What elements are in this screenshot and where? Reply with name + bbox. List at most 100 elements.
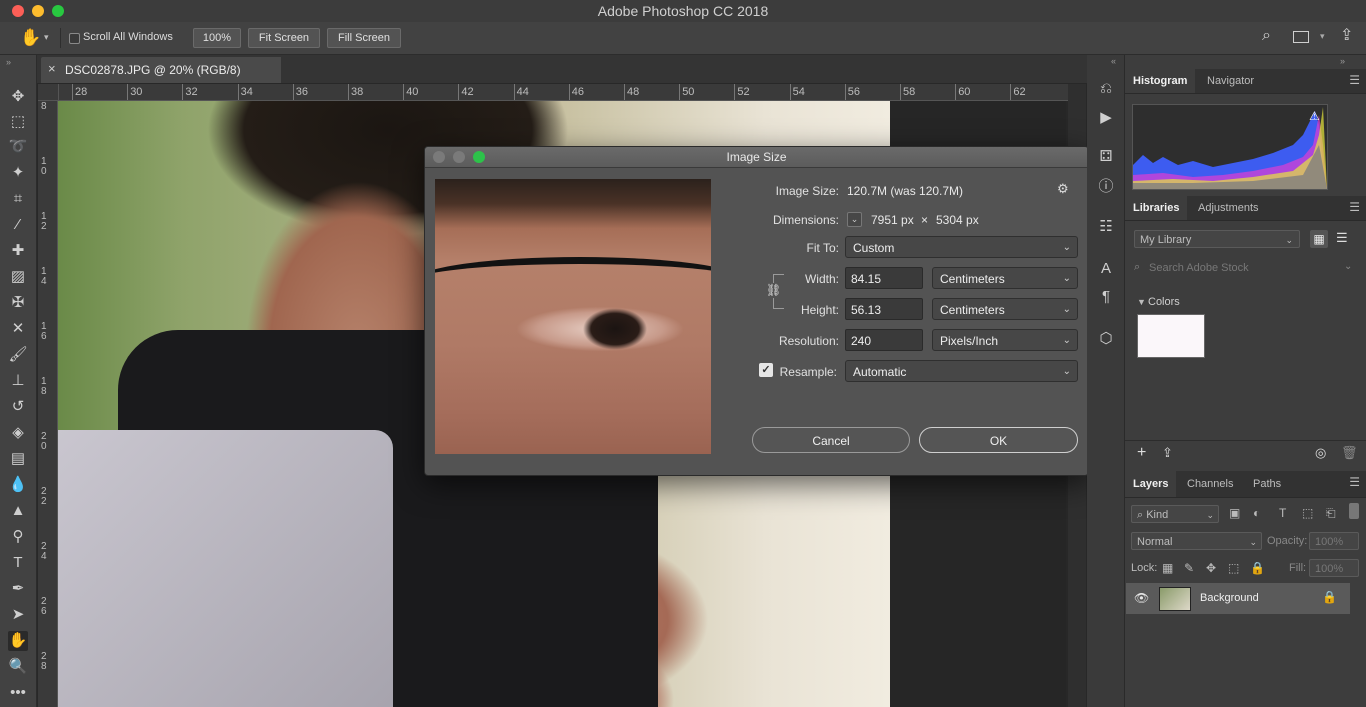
- cancel-button[interactable]: Cancel: [752, 427, 910, 453]
- lock-position-icon[interactable]: ✥: [1206, 561, 1216, 575]
- more-tools-icon[interactable]: •••: [8, 683, 28, 703]
- zoom-tool-icon[interactable]: 🔍: [8, 657, 28, 677]
- grid-view-icon[interactable]: ▦: [1310, 230, 1328, 248]
- clone-stamp-tool-icon[interactable]: ⊥: [8, 371, 28, 391]
- width-input[interactable]: 84.15: [845, 267, 923, 289]
- tool-presets-icon[interactable]: ☷: [1096, 217, 1116, 237]
- resample-checkbox[interactable]: ✓: [759, 363, 773, 377]
- zoom-100-button[interactable]: 100%: [193, 28, 241, 48]
- layer-row-background[interactable]: 👁 Background 🔒: [1126, 583, 1350, 614]
- upload-icon[interactable]: ⇪: [1162, 445, 1173, 461]
- 3d-icon[interactable]: ⬡: [1096, 329, 1116, 349]
- character-icon[interactable]: A: [1096, 259, 1116, 279]
- gradient-tool-icon[interactable]: ▤: [8, 449, 28, 469]
- move-tool-icon[interactable]: ✥: [8, 87, 28, 107]
- paragraph-icon[interactable]: ¶: [1096, 287, 1116, 307]
- ruler-origin[interactable]: [38, 84, 59, 101]
- red-eye-tool-icon[interactable]: ✕: [8, 319, 28, 339]
- tab-layers[interactable]: Layers: [1125, 471, 1177, 497]
- patch-tool-icon[interactable]: ▨: [8, 267, 28, 287]
- layer-filter-select[interactable]: ⌕ Kind ⌄: [1131, 505, 1219, 523]
- tab-channels[interactable]: Channels: [1179, 471, 1241, 497]
- filter-type-icon[interactable]: T: [1279, 506, 1286, 520]
- magic-wand-tool-icon[interactable]: ✦: [8, 163, 28, 183]
- tab-histogram[interactable]: Histogram: [1125, 69, 1196, 93]
- fill-screen-button[interactable]: Fill Screen: [327, 28, 401, 48]
- lock-artboard-icon[interactable]: ⬚: [1228, 561, 1239, 575]
- lock-transparency-icon[interactable]: ▦: [1162, 561, 1173, 575]
- type-tool-icon[interactable]: T: [8, 553, 28, 573]
- close-document-icon[interactable]: ×: [48, 61, 56, 76]
- blur-tool-icon[interactable]: 💧: [8, 475, 28, 495]
- color-swatch[interactable]: [1137, 314, 1205, 358]
- workspace-chevron-icon[interactable]: ▾: [1320, 31, 1325, 42]
- properties-icon[interactable]: ⚃: [1096, 147, 1116, 167]
- height-unit-select[interactable]: Centimeters ⌄: [932, 298, 1078, 320]
- trash-icon[interactable]: 🗑: [1341, 445, 1358, 461]
- fit-screen-button[interactable]: Fit Screen: [248, 28, 320, 48]
- resolution-input[interactable]: 240: [845, 329, 923, 351]
- eraser-tool-icon[interactable]: ◈: [8, 423, 28, 443]
- healing-brush-tool-icon[interactable]: ✚: [8, 241, 28, 261]
- opacity-input[interactable]: 100%: [1309, 532, 1359, 550]
- colors-disclosure-icon[interactable]: ▼: [1137, 297, 1146, 307]
- share-icon[interactable]: ⇪: [1340, 25, 1353, 45]
- filter-shape-icon[interactable]: ⬚: [1302, 506, 1313, 520]
- filter-pixel-icon[interactable]: ▣: [1229, 506, 1240, 520]
- dimensions-unit-dropdown[interactable]: ⌄: [847, 212, 862, 227]
- gear-icon[interactable]: ⚙: [1057, 181, 1069, 197]
- sync-icon[interactable]: ◎: [1315, 445, 1326, 461]
- lasso-tool-icon[interactable]: ➰: [8, 137, 28, 157]
- lock-pixels-icon[interactable]: ✎: [1184, 561, 1194, 575]
- ok-button[interactable]: OK: [919, 427, 1078, 453]
- horizontal-ruler[interactable]: 28 30 32 34 36 38 40 42 44 46 48 50 52 54 56 58 60 62: [58, 84, 1068, 101]
- scroll-all-windows-checkbox[interactable]: [69, 33, 80, 44]
- crop-tool-icon[interactable]: ⌗: [8, 189, 28, 209]
- layer-lock-icon[interactable]: 🔒: [1322, 590, 1337, 604]
- collapse-tools-icon[interactable]: »: [6, 57, 11, 67]
- history-icon[interactable]: ⎌: [1096, 79, 1116, 99]
- hand-tool-icon[interactable]: ✋: [20, 28, 41, 48]
- content-aware-move-tool-icon[interactable]: ✠: [8, 293, 28, 313]
- add-content-icon[interactable]: +: [1137, 444, 1146, 462]
- sharpen-tool-icon[interactable]: ▲: [8, 501, 28, 521]
- tab-navigator[interactable]: Navigator: [1199, 69, 1262, 93]
- history-brush-tool-icon[interactable]: ↺: [8, 397, 28, 417]
- list-view-icon[interactable]: ☰: [1336, 230, 1348, 246]
- tool-preset-chevron-icon[interactable]: ▾: [44, 32, 49, 43]
- panel-menu-icon[interactable]: ☰: [1349, 200, 1360, 214]
- vertical-ruler[interactable]: 8 1 0 1 2 1 4 1 6 1 8 2 0 2 2 2 4 2 6 2 8: [38, 100, 58, 707]
- visibility-eye-icon[interactable]: 👁: [1134, 591, 1149, 605]
- collapse-panels-icon[interactable]: »: [1340, 56, 1345, 66]
- search-icon[interactable]: ⌕: [1262, 27, 1271, 45]
- workspace-icon[interactable]: [1293, 31, 1309, 43]
- panel-menu-icon[interactable]: ☰: [1349, 475, 1360, 489]
- fill-input[interactable]: 100%: [1309, 559, 1359, 577]
- dodge-tool-icon[interactable]: ⚲: [8, 527, 28, 547]
- marquee-tool-icon[interactable]: ⬚: [8, 112, 28, 132]
- tab-paths[interactable]: Paths: [1245, 471, 1289, 497]
- collapse-dock-icon[interactable]: «: [1111, 56, 1116, 66]
- actions-icon[interactable]: ▶: [1096, 108, 1116, 128]
- hand-tool-active-icon[interactable]: ✋: [8, 631, 28, 651]
- library-select[interactable]: My Library ⌄: [1134, 230, 1300, 248]
- lock-all-icon[interactable]: 🔒: [1250, 561, 1265, 575]
- cache-warning-icon[interactable]: ⚠: [1309, 109, 1320, 123]
- tab-adjustments[interactable]: Adjustments: [1190, 196, 1267, 220]
- width-unit-select[interactable]: Centimeters ⌄: [932, 267, 1078, 289]
- resolution-unit-select[interactable]: Pixels/Inch ⌄: [932, 329, 1078, 351]
- resample-select[interactable]: Automatic ⌄: [845, 360, 1078, 382]
- document-tab[interactable]: × DSC02878.JPG @ 20% (RGB/8): [41, 57, 281, 83]
- tab-libraries[interactable]: Libraries: [1125, 196, 1188, 220]
- filter-adjustment-icon[interactable]: ◐: [1253, 506, 1260, 520]
- stock-search-input[interactable]: Search Adobe Stock: [1149, 262, 1249, 274]
- panel-menu-icon[interactable]: ☰: [1349, 73, 1360, 87]
- search-scope-chevron-icon[interactable]: ⌄: [1344, 261, 1352, 272]
- fit-to-select[interactable]: Custom ⌄: [845, 236, 1078, 258]
- height-input[interactable]: 56.13: [845, 298, 923, 320]
- image-preview[interactable]: [435, 179, 711, 454]
- info-icon[interactable]: ⓘ: [1096, 177, 1116, 197]
- filter-smart-object-icon[interactable]: ⎗: [1326, 506, 1336, 521]
- blend-mode-select[interactable]: Normal ⌄: [1131, 532, 1262, 550]
- eyedropper-tool-icon[interactable]: ⁄: [8, 215, 28, 235]
